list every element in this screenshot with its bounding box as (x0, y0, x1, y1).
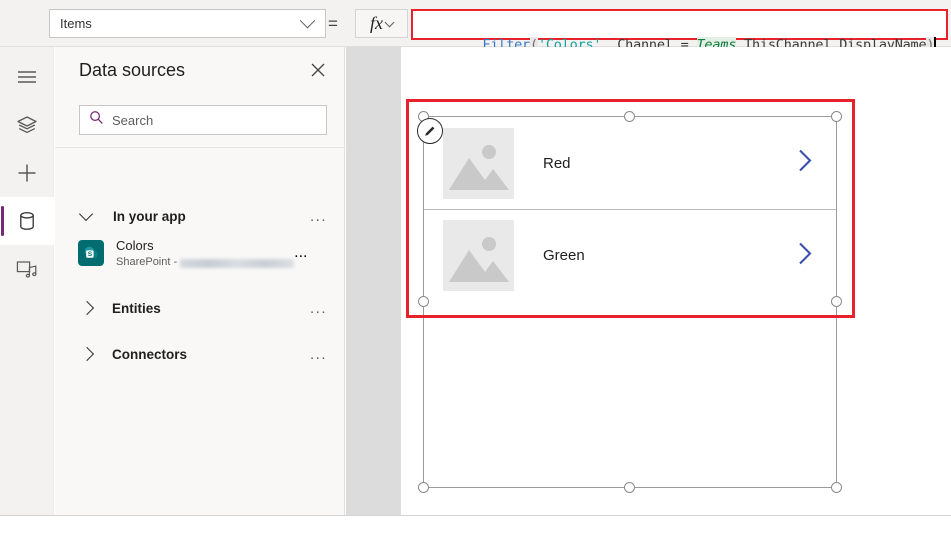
resize-handle-bottom-left[interactable] (418, 482, 429, 493)
property-dropdown-value: Items (60, 16, 92, 31)
gallery-control[interactable]: Red Green (424, 117, 836, 301)
canvas-gutter (346, 47, 401, 515)
resize-handle-top-center[interactable] (624, 111, 635, 122)
chevron-right-icon (79, 346, 95, 362)
fx-icon: fx (370, 13, 383, 33)
section-overflow-button[interactable]: ... (310, 208, 327, 225)
chevron-down-icon (384, 17, 395, 27)
gallery-row[interactable]: Green (424, 209, 836, 301)
svg-text:S: S (87, 251, 92, 258)
data-source-overflow-button[interactable]: ... (294, 244, 307, 262)
equals-sign: = (328, 14, 338, 33)
bottom-strip (0, 515, 951, 533)
resize-handle-bottom-right[interactable] (831, 482, 842, 493)
tree-view-icon (16, 115, 38, 135)
close-icon[interactable] (308, 60, 328, 80)
left-icon-rail (0, 47, 54, 515)
rail-item-data[interactable] (0, 197, 54, 245)
rail-item-menu[interactable] (0, 53, 54, 101)
chevron-down-icon (78, 206, 94, 221)
section-overflow-button[interactable]: ... (310, 346, 327, 363)
formula-bar: Items = fx Filter('Colors', Channel = Te… (0, 0, 951, 54)
divider (55, 147, 345, 148)
resize-handle-top-right[interactable] (831, 111, 842, 122)
property-dropdown[interactable]: Items (49, 9, 326, 38)
chevron-down-icon (299, 12, 316, 29)
section-label: In your app (113, 208, 186, 224)
panel-title: Data sources (79, 59, 186, 80)
gallery-row[interactable]: Red (424, 117, 836, 209)
rail-item-media[interactable] (0, 245, 54, 293)
data-source-provider: SharePoint - (116, 256, 178, 269)
data-source-colors[interactable]: S Colors SharePoint - ... (55, 232, 345, 274)
chevron-right-icon (79, 300, 95, 316)
data-source-subtitle: SharePoint - (116, 256, 295, 270)
resize-handle-bottom-center[interactable] (624, 482, 635, 493)
sharepoint-icon: S (78, 240, 104, 266)
hamburger-menu-icon (17, 69, 37, 85)
section-in-your-app[interactable]: In your app ... (55, 197, 345, 235)
gallery-row-label: Green (543, 247, 585, 264)
section-entities[interactable]: Entities ... (55, 289, 345, 327)
section-connectors[interactable]: Connectors ... (55, 335, 345, 373)
insert-plus-icon (17, 163, 37, 183)
search-placeholder: Search (112, 112, 154, 128)
search-input[interactable]: Search (79, 105, 327, 135)
chevron-right-icon[interactable] (797, 148, 814, 179)
gallery-row-label: Red (543, 154, 571, 172)
section-overflow-button[interactable]: ... (310, 300, 327, 317)
powerapps-studio: Items = fx Filter('Colors', Channel = Te… (0, 0, 951, 533)
data-source-text: Colors SharePoint - (116, 236, 295, 270)
search-icon (89, 110, 104, 130)
media-icon (16, 259, 38, 279)
section-label: Connectors (112, 346, 188, 362)
data-source-name: Colors (116, 238, 154, 254)
panel-header: Data sources (55, 47, 344, 93)
pencil-edit-icon[interactable] (417, 118, 443, 144)
data-cylinder-icon (18, 211, 36, 231)
image-placeholder (443, 127, 514, 199)
data-sources-panel: Data sources Search In your app ... S Co… (55, 47, 345, 515)
resize-handle-middle-right[interactable] (831, 296, 842, 307)
redacted-tenant-url (180, 258, 295, 268)
rail-item-tree-view[interactable] (0, 101, 54, 149)
resize-handle-middle-left[interactable] (418, 296, 429, 307)
rail-item-insert[interactable] (0, 149, 54, 197)
fx-button[interactable]: fx (355, 9, 408, 38)
formula-input-highlight: Filter('Colors', Channel = Teams.ThisCha… (411, 9, 948, 54)
chevron-right-icon[interactable] (797, 240, 814, 271)
section-label: Entities (112, 300, 161, 316)
image-placeholder (443, 220, 514, 291)
